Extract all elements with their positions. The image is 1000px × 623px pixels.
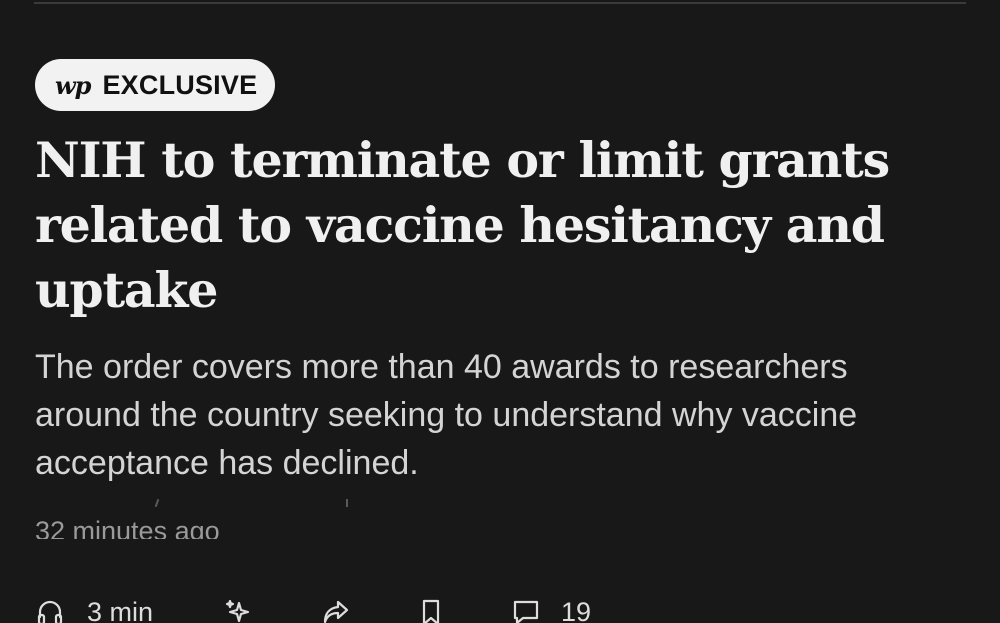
article-dek: The order covers more than 40 awards to … xyxy=(35,348,858,482)
article-timestamp: 32 minutes ago xyxy=(35,516,220,539)
save-button[interactable] xyxy=(416,592,446,623)
byline-fragment xyxy=(150,498,370,511)
share-arrow-icon xyxy=(323,600,349,623)
bookmark-icon xyxy=(422,599,440,623)
article-action-bar: 3 min 19 xyxy=(35,592,975,623)
share-button[interactable] xyxy=(321,592,351,623)
sparkles-icon xyxy=(225,599,250,623)
article-headline[interactable]: NIH to terminate or limit grants related… xyxy=(35,128,935,323)
comments-button[interactable]: 19 xyxy=(511,592,591,623)
listen-button[interactable]: 3 min xyxy=(35,592,153,623)
timestamp-container: 32 minutes ago xyxy=(35,514,335,539)
headphones-icon xyxy=(37,600,63,623)
wp-logo: wp xyxy=(55,70,91,100)
listen-duration: 3 min xyxy=(87,596,154,623)
comment-count: 19 xyxy=(561,596,592,623)
ai-summary-button[interactable] xyxy=(224,592,254,623)
top-divider xyxy=(34,2,966,4)
exclusive-label: EXCLUSIVE xyxy=(102,69,258,100)
exclusive-badge: wp EXCLUSIVE xyxy=(35,59,276,111)
comment-icon xyxy=(513,600,539,623)
